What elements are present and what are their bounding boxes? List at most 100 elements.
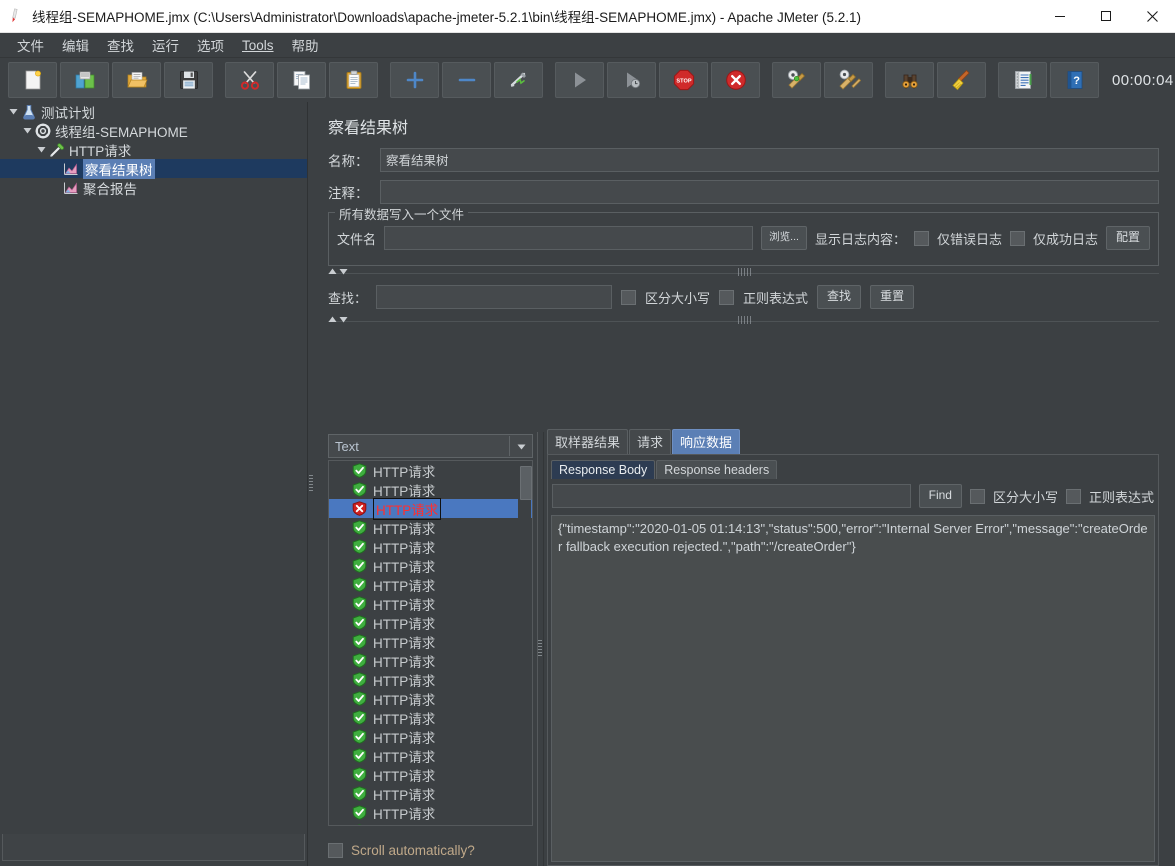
result-row[interactable]: HTTP请求 (329, 746, 532, 765)
browse-button[interactable]: 浏览... (761, 226, 807, 250)
tree-item-http-request[interactable]: HTTP请求 (0, 140, 307, 159)
result-row[interactable]: HTTP请求 (329, 556, 532, 575)
maximize-button[interactable] (1083, 0, 1129, 32)
menu-help[interactable]: 帮助 (283, 33, 328, 57)
copy-button[interactable] (277, 62, 326, 98)
result-row[interactable]: HTTP请求 (329, 727, 532, 746)
filename-input[interactable] (384, 226, 754, 250)
scroll-automatically-checkbox[interactable] (328, 843, 343, 858)
save-button[interactable] (164, 62, 213, 98)
subtab-response-headers[interactable]: Response headers (656, 460, 778, 479)
success-shield-icon (351, 786, 367, 802)
tab-sampler-result[interactable]: 取样器结果 (547, 429, 629, 454)
search-case-sensitive-checkbox[interactable] (621, 289, 637, 305)
search-reset-button[interactable]: 重置 (870, 285, 915, 309)
comment-input[interactable] (380, 180, 1159, 204)
cut-button[interactable] (225, 62, 274, 98)
menu-edit[interactable]: 编辑 (53, 33, 98, 57)
start-no-pause-button[interactable] (607, 62, 656, 98)
tree-item-test-plan[interactable]: 测试计划 (0, 102, 307, 121)
clear-all-button[interactable] (824, 62, 873, 98)
success-only-checkbox[interactable] (1009, 230, 1025, 246)
help-button[interactable]: ? (1050, 62, 1099, 98)
find-regex-checkbox[interactable] (1065, 488, 1081, 504)
menu-file[interactable]: 文件 (8, 33, 53, 57)
find-case-sensitive-checkbox[interactable] (969, 488, 985, 504)
response-body-text[interactable]: {"timestamp":"2020-01-05 01:14:13","stat… (551, 515, 1155, 862)
start-button[interactable] (555, 62, 604, 98)
configure-button[interactable]: 配置 (1105, 226, 1150, 250)
name-input[interactable]: 察看结果树 (380, 148, 1159, 172)
tab-request[interactable]: 请求 (629, 429, 672, 454)
result-row[interactable]: HTTP请求 (329, 537, 532, 556)
menu-search[interactable]: 查找 (98, 33, 143, 57)
expand-toggle-icon[interactable] (20, 126, 34, 135)
success-shield-icon (351, 539, 367, 555)
menu-run[interactable]: 运行 (143, 33, 188, 57)
search-button[interactable]: 查找 (817, 285, 862, 309)
result-row[interactable]: HTTP请求 (329, 575, 532, 594)
result-row[interactable]: HTTP请求 (329, 689, 532, 708)
splitter-arrows[interactable] (328, 267, 348, 276)
result-row[interactable]: HTTP请求 (329, 708, 532, 727)
shutdown-button[interactable] (711, 62, 760, 98)
new-button[interactable] (8, 62, 57, 98)
result-row[interactable]: HTTP请求 (329, 613, 532, 632)
find-button[interactable]: Find (918, 484, 962, 508)
svg-text:STOP: STOP (676, 79, 691, 85)
search-button[interactable] (885, 62, 934, 98)
test-plan-tree-panel: 测试计划 线程组-SEMAPHOME HTTP请求 察看结果树 聚合报告 (0, 102, 308, 866)
window-controls (1037, 0, 1175, 32)
paste-button[interactable] (329, 62, 378, 98)
splitter-arrows[interactable] (328, 315, 348, 324)
result-row[interactable]: HTTP请求 (329, 784, 532, 803)
errors-only-checkbox[interactable] (913, 230, 929, 246)
tab-response-data[interactable]: 响应数据 (672, 429, 741, 454)
result-row[interactable]: HTTP请求 (329, 765, 532, 784)
result-row[interactable]: HTTP请求 (329, 594, 532, 613)
search-input[interactable] (376, 285, 613, 309)
minimize-button[interactable] (1037, 0, 1083, 32)
results-scrollbar[interactable] (518, 462, 532, 824)
result-row[interactable]: HTTP请求 (329, 632, 532, 651)
tree-item-thread-group[interactable]: 线程组-SEMAPHOME (0, 121, 307, 140)
expand-toggle-icon[interactable] (6, 107, 20, 116)
scrollbar-thumb[interactable] (520, 466, 532, 500)
expand-toggle-icon[interactable] (34, 145, 48, 154)
renderer-combobox[interactable]: Text (328, 434, 533, 458)
function-helper-button[interactable] (998, 62, 1047, 98)
menu-tools[interactable]: Tools (233, 36, 283, 55)
chevron-down-icon[interactable] (509, 436, 532, 456)
collapse-all-button[interactable] (442, 62, 491, 98)
search-regex-checkbox[interactable] (719, 289, 735, 305)
menu-options[interactable]: 选项 (188, 33, 233, 57)
result-row[interactable]: HTTP请求 (329, 480, 532, 499)
lower-splitter[interactable] (328, 314, 1161, 328)
result-row[interactable]: HTTP请求 (329, 670, 532, 689)
upper-splitter[interactable] (328, 266, 1161, 280)
results-list-pane: Text HTTP请求 HTTP请求 HTTP请求 HTTP请求 HTTP请求 HTTP请… (328, 432, 533, 866)
reset-search-button[interactable] (937, 62, 986, 98)
stop-button[interactable]: STOP (659, 62, 708, 98)
results-list[interactable]: HTTP请求 HTTP请求 HTTP请求 HTTP请求 HTTP请求 HTTP请求 HTTP… (328, 460, 533, 826)
result-row-label: HTTP请求 (373, 787, 436, 803)
result-row[interactable]: HTTP请求 (329, 518, 532, 537)
result-row[interactable]: HTTP请求 (329, 822, 532, 825)
result-row[interactable]: HTTP请求 (329, 461, 532, 480)
toggle-button[interactable] (494, 62, 543, 98)
clear-button[interactable] (772, 62, 821, 98)
templates-button[interactable] (60, 62, 109, 98)
subtab-response-body[interactable]: Response Body (551, 460, 656, 479)
result-row[interactable]: HTTP请求 (329, 497, 532, 520)
open-button[interactable] (112, 62, 161, 98)
tree-scroll[interactable]: 测试计划 线程组-SEMAPHOME HTTP请求 察看结果树 聚合报告 (0, 102, 307, 838)
find-input[interactable] (552, 484, 911, 508)
tree-item-aggregate-report[interactable]: 聚合报告 (0, 178, 307, 197)
tree-item-view-results-tree[interactable]: 察看结果树 (0, 158, 307, 179)
result-row[interactable]: HTTP请求 (329, 803, 532, 822)
expand-all-button[interactable] (390, 62, 439, 98)
test-plan-icon (20, 103, 38, 121)
close-button[interactable] (1129, 0, 1175, 32)
results-detail-splitter[interactable] (533, 432, 547, 866)
result-row[interactable]: HTTP请求 (329, 651, 532, 670)
